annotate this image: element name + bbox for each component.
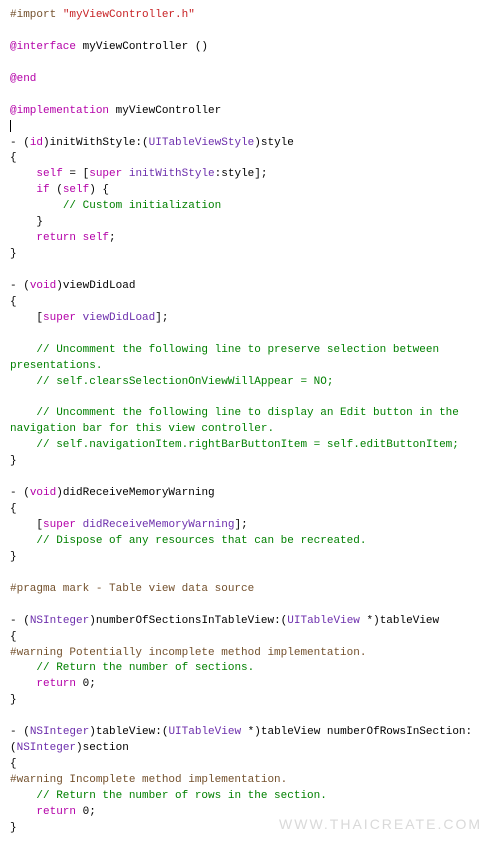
literal: 0 xyxy=(83,678,90,690)
assign: = [ xyxy=(63,168,89,180)
if-kw: if xyxy=(36,184,49,196)
comment: // Uncomment the following line to prese… xyxy=(10,344,446,372)
interface-name: myViewController () xyxy=(76,41,208,53)
brace: { xyxy=(10,758,17,770)
indent: [ xyxy=(10,312,43,324)
return-kw: return xyxy=(36,232,76,244)
self-kw: self xyxy=(36,168,62,180)
method-name: )viewDidLoad xyxy=(56,280,135,292)
warning-directive: #warning Incomplete method implementatio… xyxy=(10,774,287,786)
warning-directive: #warning Potentially incomplete method i… xyxy=(10,647,366,659)
brace: { xyxy=(10,296,17,308)
method-sig: )tableView:( xyxy=(89,726,168,738)
brace: } xyxy=(10,551,17,563)
param-type: UITableView xyxy=(287,615,360,627)
return-kw: return xyxy=(36,806,76,818)
space xyxy=(76,519,83,531)
param-type: NSInteger xyxy=(17,742,76,754)
code-block: #import "myViewController.h" @interface … xyxy=(10,8,490,837)
comment: // Custom initialization xyxy=(10,200,221,212)
return-type: NSInteger xyxy=(30,726,89,738)
method-sig-end: )section xyxy=(76,742,129,754)
indent xyxy=(10,678,36,690)
call-end: ]; xyxy=(234,519,247,531)
brace: { xyxy=(10,152,17,164)
comment: // Dispose of any resources that can be … xyxy=(10,535,366,547)
paren: ( xyxy=(50,184,63,196)
comment: // Return the number of sections. xyxy=(10,662,254,674)
self-kw: self xyxy=(83,232,109,244)
brace: } xyxy=(10,248,17,260)
call-end: :style]; xyxy=(215,168,268,180)
param-type: UITableView xyxy=(168,726,241,738)
semicolon: ; xyxy=(89,806,96,818)
self-kw: self xyxy=(63,184,89,196)
call-end: ]; xyxy=(155,312,168,324)
brace-close: } xyxy=(10,216,43,228)
method-start: - ( xyxy=(10,137,30,149)
brace: } xyxy=(10,822,17,834)
import-directive: #import xyxy=(10,9,63,21)
indent: [ xyxy=(10,519,43,531)
indent xyxy=(10,168,36,180)
method-sig-end: *)tableView xyxy=(360,615,439,627)
comment: // self.clearsSelectionOnViewWillAppear … xyxy=(10,376,333,388)
method-start: - ( xyxy=(10,726,30,738)
super-call: viewDidLoad xyxy=(83,312,156,324)
return-type: void xyxy=(30,487,56,499)
comment: // Uncomment the following line to displ… xyxy=(10,407,465,435)
space xyxy=(76,678,83,690)
implementation-name: myViewController xyxy=(109,105,221,117)
semicolon: ; xyxy=(89,678,96,690)
indent xyxy=(10,184,36,196)
method-start: - ( xyxy=(10,487,30,499)
space xyxy=(76,806,83,818)
import-header: "myViewController.h" xyxy=(63,9,195,21)
return-type: id xyxy=(30,137,43,149)
indent xyxy=(10,806,36,818)
pragma-mark: #pragma mark - Table view data source xyxy=(10,583,254,595)
brace: } xyxy=(10,455,17,467)
brace: { xyxy=(10,631,17,643)
method-name: )didReceiveMemoryWarning xyxy=(56,487,214,499)
semicolon: ; xyxy=(109,232,116,244)
space xyxy=(122,168,129,180)
comment: // self.navigationItem.rightBarButtonIte… xyxy=(10,439,459,451)
super-kw: super xyxy=(89,168,122,180)
brace-open: ) { xyxy=(89,184,109,196)
return-type: NSInteger xyxy=(30,615,89,627)
super-kw: super xyxy=(43,312,76,324)
interface-keyword: @interface xyxy=(10,41,76,53)
indent xyxy=(10,232,36,244)
literal: 0 xyxy=(83,806,90,818)
param-type: UITableViewStyle xyxy=(149,137,255,149)
implementation-keyword: @implementation xyxy=(10,105,109,117)
method-sig: )numberOfSectionsInTableView:( xyxy=(89,615,287,627)
super-call: didReceiveMemoryWarning xyxy=(83,519,235,531)
brace: } xyxy=(10,694,17,706)
text-cursor xyxy=(10,120,11,132)
super-kw: super xyxy=(43,519,76,531)
super-call: initWithStyle xyxy=(129,168,215,180)
brace: { xyxy=(10,503,17,515)
return-kw: return xyxy=(36,678,76,690)
method-sig: )initWithStyle:( xyxy=(43,137,149,149)
space xyxy=(76,232,83,244)
method-sig-end: )style xyxy=(254,137,294,149)
return-type: void xyxy=(30,280,56,292)
method-start: - ( xyxy=(10,280,30,292)
method-start: - ( xyxy=(10,615,30,627)
end-keyword: @end xyxy=(10,73,36,85)
comment: // Return the number of rows in the sect… xyxy=(10,790,327,802)
space xyxy=(76,312,83,324)
